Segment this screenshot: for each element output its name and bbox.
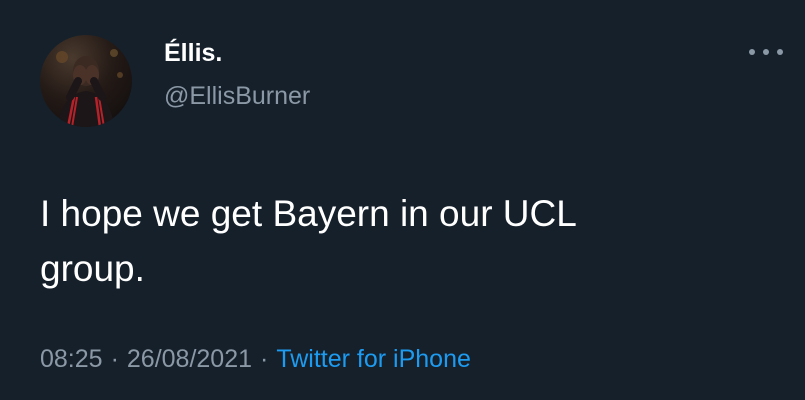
avatar[interactable] — [40, 35, 132, 127]
more-dot — [749, 49, 755, 55]
tweet-text: I hope we get Bayern in our UCL group. — [40, 193, 577, 289]
tweet-card: Éllis. @EllisBurner I hope we get Bayern… — [0, 0, 805, 400]
author-handle[interactable]: @EllisBurner — [164, 81, 310, 111]
more-horizontal-icon[interactable] — [749, 44, 783, 60]
tweet-metadata: 08:25 · 26/08/2021 · Twitter for iPhone — [40, 343, 471, 375]
avatar-photo — [56, 49, 123, 127]
tweet-date[interactable]: 26/08/2021 — [127, 345, 252, 373]
more-dot — [777, 49, 783, 55]
tweet-source-link[interactable]: Twitter for iPhone — [276, 345, 471, 373]
meta-separator: · — [260, 345, 269, 373]
more-dot — [763, 49, 769, 55]
meta-separator: · — [110, 345, 119, 373]
author-display-name[interactable]: Éllis. — [164, 38, 222, 68]
tweet-time[interactable]: 08:25 — [40, 345, 103, 373]
